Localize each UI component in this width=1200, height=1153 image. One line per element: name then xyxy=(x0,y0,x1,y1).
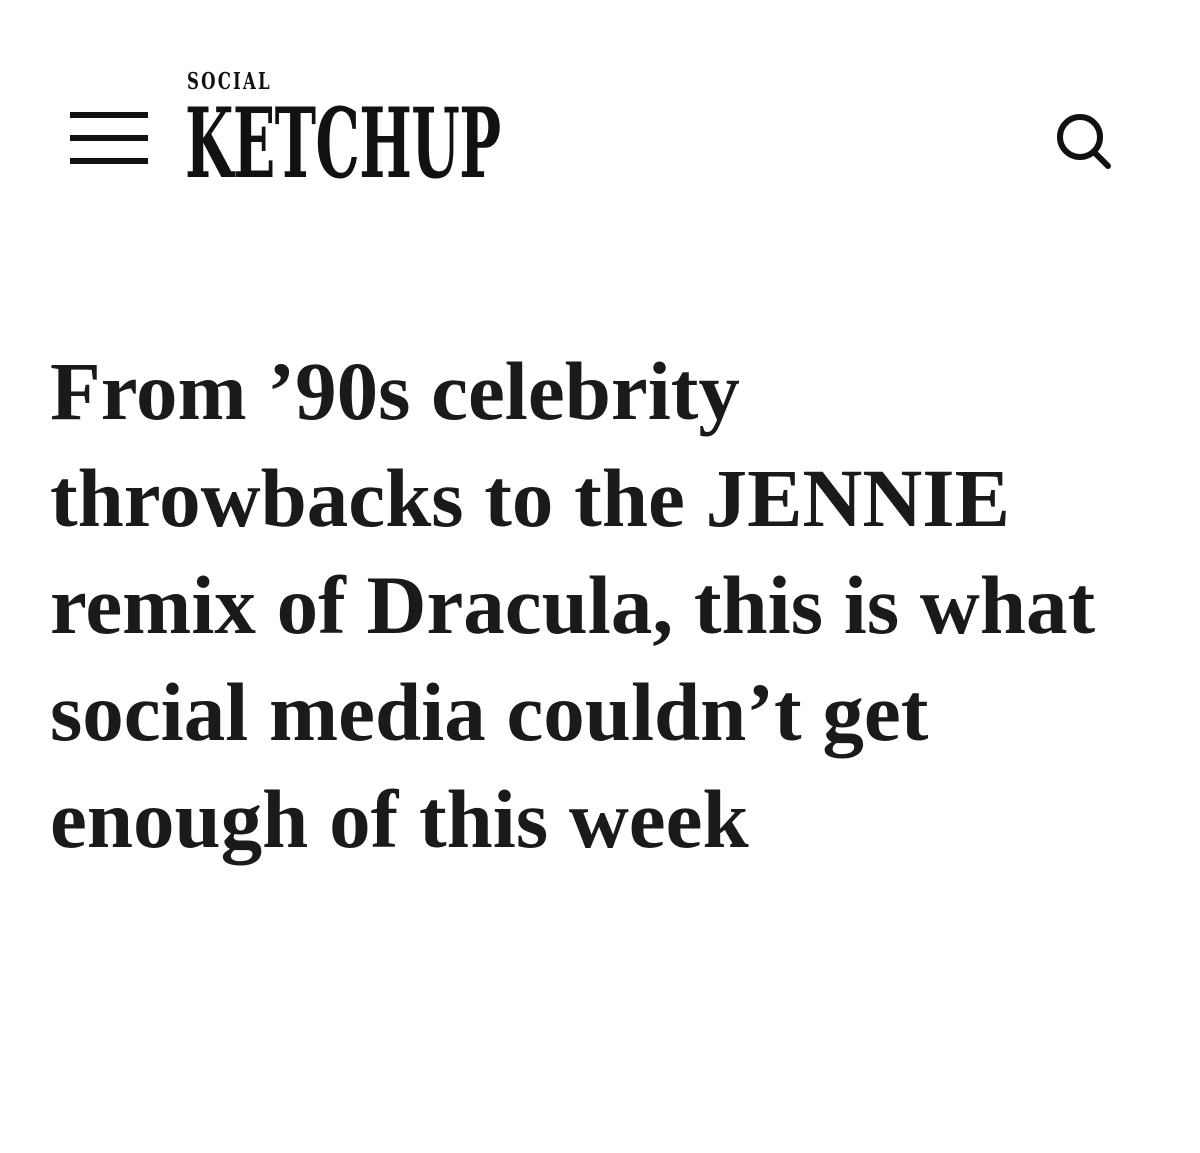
menu-icon-bar xyxy=(70,112,148,118)
article-headline[interactable]: From ’90s celebrity throwbacks to the JE… xyxy=(50,338,1160,873)
search-icon[interactable] xyxy=(1050,108,1118,176)
site-header: SOCIAL KETCHUP xyxy=(0,0,1200,230)
site-logo[interactable]: SOCIAL KETCHUP xyxy=(185,62,555,212)
hamburger-menu-icon[interactable] xyxy=(60,108,150,170)
menu-icon-bar xyxy=(70,158,148,164)
menu-icon-bar xyxy=(70,135,148,141)
logo-main-text: KETCHUP xyxy=(185,87,501,200)
